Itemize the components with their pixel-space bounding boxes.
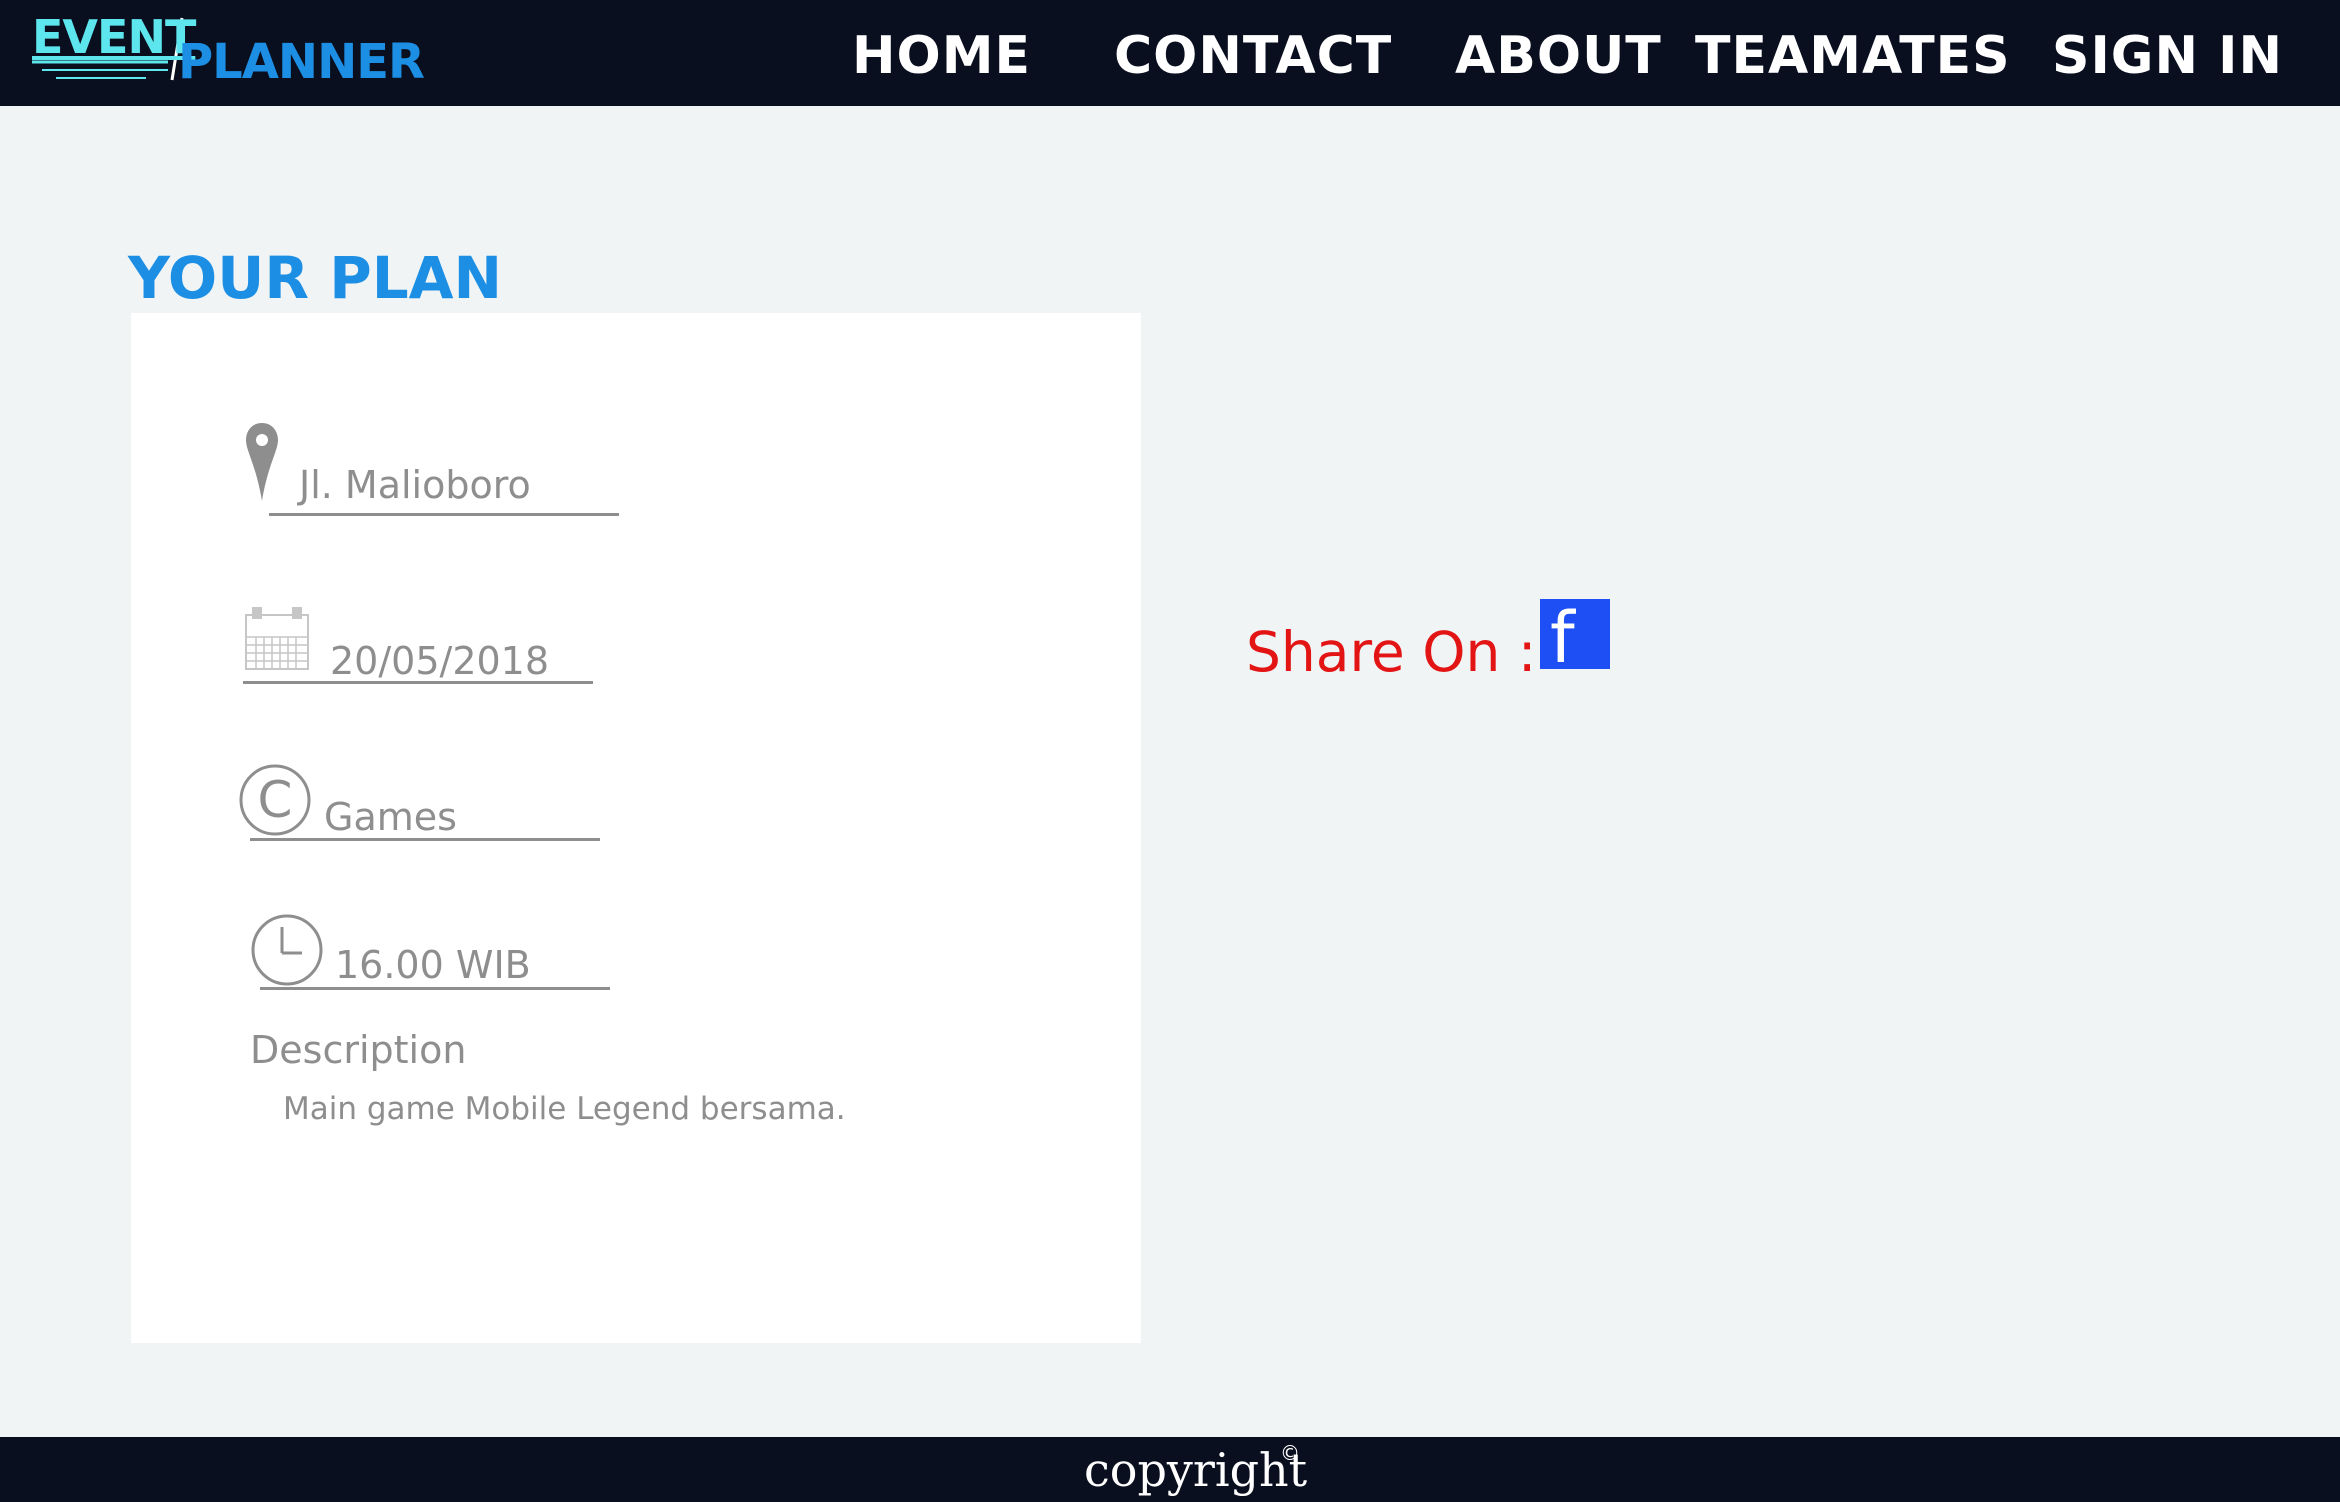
nav-home[interactable]: HOME — [852, 26, 1031, 86]
location-underline — [269, 513, 619, 516]
page: EVENT PLANNER HOME CONTACT ABOUT TEAMATE… — [0, 0, 2340, 1502]
nav-sign-in[interactable]: SIGN IN — [2052, 26, 2283, 86]
copyright-icon: © — [1280, 1441, 1300, 1465]
facebook-share-button[interactable]: f — [1540, 599, 1610, 673]
location-value[interactable]: Jl. Malioboro — [299, 463, 531, 507]
date-value[interactable]: 20/05/2018 — [330, 639, 549, 683]
nav-teamates[interactable]: TEAMATES — [1695, 26, 2011, 86]
logo-event-text: EVENT — [32, 10, 196, 64]
logo[interactable]: EVENT PLANNER — [28, 10, 425, 90]
nav-contact[interactable]: CONTACT — [1114, 26, 1392, 86]
calendar-icon — [245, 607, 309, 670]
time-value[interactable]: 16.00 WIB — [335, 943, 531, 987]
description-label: Description — [250, 1028, 467, 1072]
category-c-icon: C — [239, 764, 311, 836]
page-title: YOUR PLAN — [128, 244, 503, 312]
nav-about[interactable]: ABOUT — [1455, 26, 1662, 86]
svg-text:C: C — [258, 771, 293, 829]
location-pin-icon — [246, 423, 278, 501]
logo-planner-text: PLANNER — [178, 34, 425, 90]
clock-icon — [251, 914, 323, 986]
plan-card: Jl. Malioboro 20/05/2018 C Games 16.00 W… — [131, 313, 1141, 1343]
description-text: Main game Mobile Legend bersama. — [283, 1091, 846, 1127]
time-underline — [260, 987, 610, 990]
share-label: Share On : — [1246, 620, 1537, 684]
category-underline — [250, 838, 600, 841]
facebook-icon: f — [1550, 597, 1575, 679]
footer: copyright © — [0, 1437, 2340, 1502]
top-navbar: EVENT PLANNER HOME CONTACT ABOUT TEAMATE… — [0, 0, 2340, 106]
footer-copyright-text: copyright — [1084, 1443, 1308, 1497]
category-value[interactable]: Games — [324, 795, 457, 839]
date-underline — [243, 681, 593, 684]
